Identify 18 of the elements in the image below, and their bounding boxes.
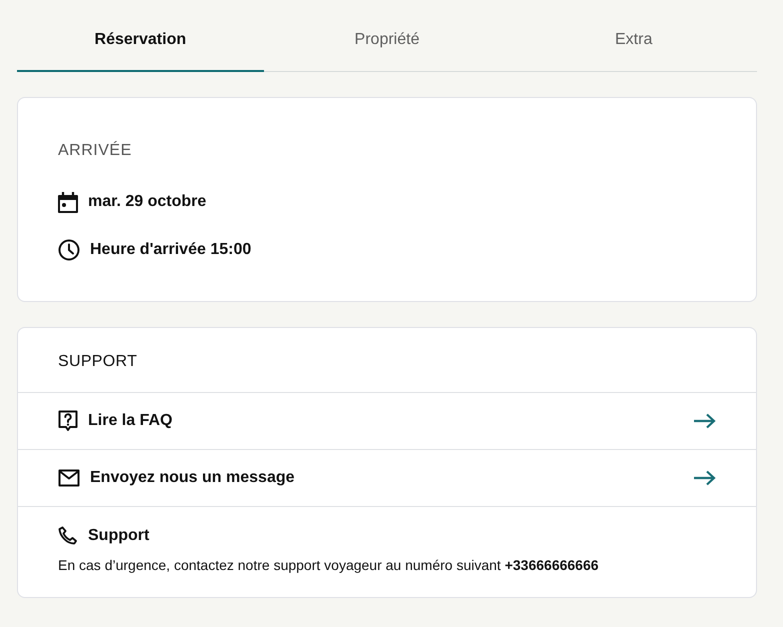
clock-icon [58, 239, 80, 261]
support-description: En cas d’urgence, contactez notre support voyageur au numéro suivant +33666666666 [58, 556, 600, 575]
envelope-icon [58, 469, 80, 487]
phone-icon [58, 526, 78, 546]
tab[interactable]: Extra [510, 0, 758, 72]
support-link[interactable]: Envoyez nous un message [18, 450, 756, 507]
arrow-right-icon [694, 413, 716, 429]
arrow-right-icon [694, 470, 716, 486]
section-title: ARRIVÉE [58, 142, 132, 159]
calendar-icon [58, 191, 78, 213]
arrival-date: mar. 29 octobre [88, 192, 206, 212]
tab[interactable]: Propriété [264, 0, 510, 72]
tab[interactable]: Réservation [17, 0, 264, 72]
support-link[interactable]: Lire la FAQ [18, 393, 756, 450]
section-title: SUPPORT [58, 352, 138, 372]
arrival-time: Heure d'arrivée 15:00 [90, 240, 252, 260]
question-bubble-icon [58, 410, 78, 432]
support-title: Support [88, 526, 150, 546]
